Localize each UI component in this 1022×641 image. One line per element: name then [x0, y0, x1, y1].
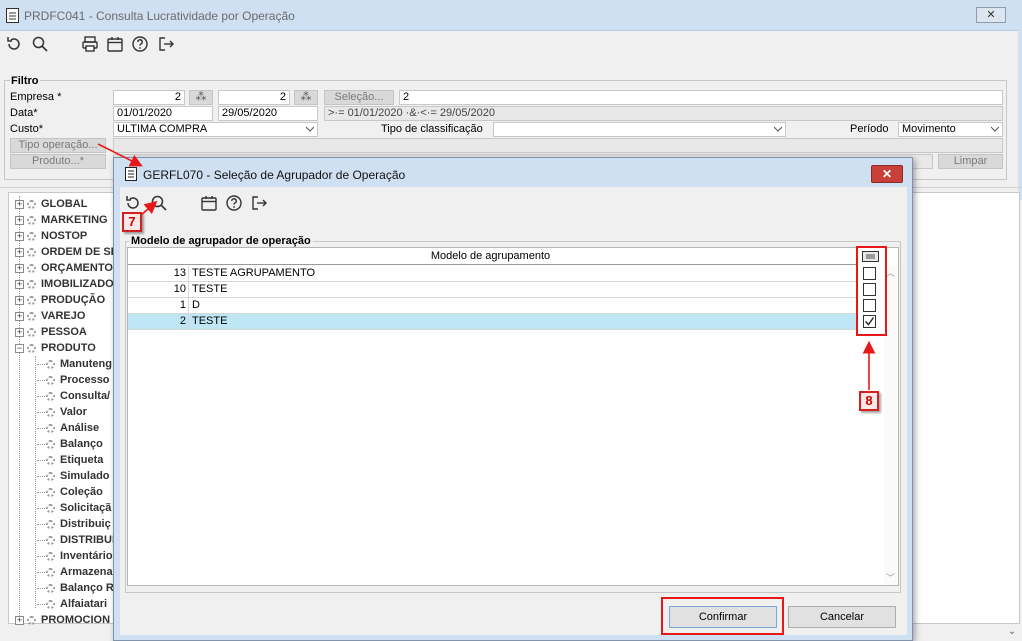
arrow-to-dialog: [97, 143, 143, 167]
annotation-arrows: [97, 143, 876, 390]
arrow-to-search: [140, 200, 158, 216]
